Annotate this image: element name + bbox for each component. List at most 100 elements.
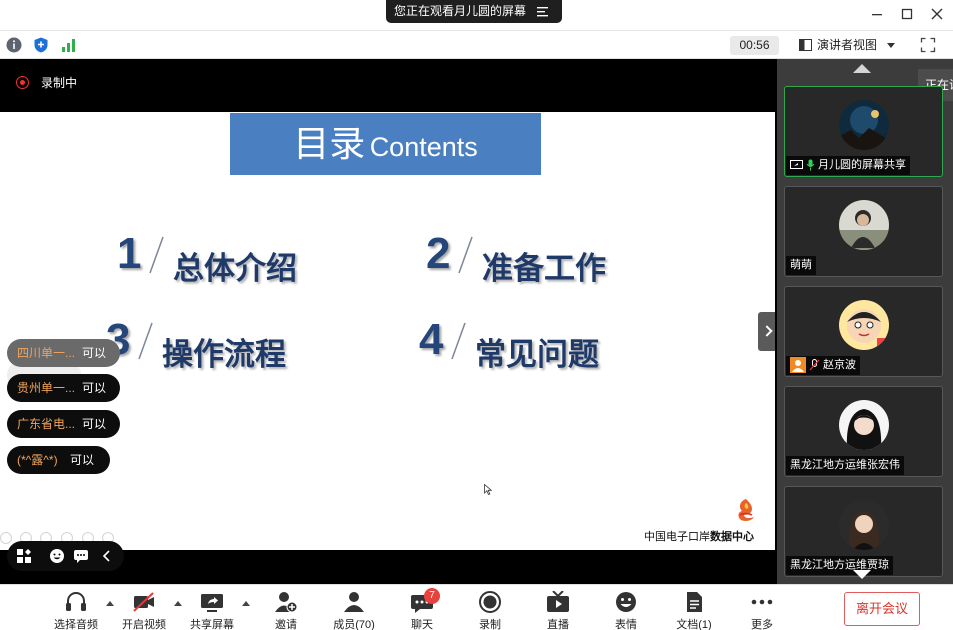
org-name-prefix: 中国电子口岸 (644, 531, 710, 543)
host-icon (790, 357, 806, 374)
chat-sender: 贵州单一... (17, 381, 76, 395)
meeting-timer: 00:56 (730, 36, 779, 55)
participant-name: 赵京波 (786, 356, 860, 375)
apps-grid-icon[interactable] (16, 548, 32, 564)
participant-name-text: 月儿圆的屏幕共享 (818, 159, 906, 171)
headset-icon (66, 592, 86, 611)
participant-tile[interactable]: 萌萌 (784, 186, 943, 277)
invite-button[interactable]: 邀请 (256, 585, 316, 630)
security-shield-icon[interactable] (32, 36, 50, 54)
video-off-icon (133, 592, 154, 612)
shared-screen: 录制中 目录 Contents 1 总体介绍 2 准备工作 3 操作流程 4 常… (0, 59, 777, 584)
maximize-icon[interactable] (899, 6, 915, 22)
slide-item-text: 总体介绍 (173, 251, 297, 286)
participant-panel: 正在说 月儿圆的屏幕共享 萌萌 赵京波 (777, 59, 953, 584)
chat-button[interactable]: 7 聊天 (392, 585, 452, 630)
scroll-down-icon[interactable] (853, 570, 871, 579)
chat-bubble[interactable]: 贵州单一... 可以 (7, 374, 120, 402)
banner-menu-icon[interactable] (537, 6, 548, 17)
chevron-down-icon (887, 43, 895, 48)
share-screen-button[interactable]: 共享屏幕 (182, 585, 242, 630)
emoji-icon[interactable] (49, 548, 65, 564)
mini-prev-icon[interactable] (0, 532, 12, 544)
members-button[interactable]: 成员(70) (324, 585, 384, 630)
participant-name: 黑龙江地方运维张宏伟 (786, 456, 904, 475)
record-dot-icon (16, 76, 29, 89)
participant-tile[interactable]: 黑龙江地方运维贾琼 (784, 486, 943, 577)
view-mode-label: 演讲者视图 (817, 38, 878, 52)
chat-bubble[interactable]: (*^露^*) 可以 (7, 446, 110, 474)
panel-toggle-button[interactable] (758, 312, 775, 351)
organization-logo (738, 499, 754, 521)
live-stream-icon (547, 591, 569, 612)
avatar (839, 200, 889, 250)
microphone-icon (806, 159, 815, 171)
smiley-icon (616, 592, 636, 612)
share-screen-icon (201, 594, 223, 612)
live-label: 直播 (547, 619, 569, 630)
chat-bubble[interactable]: 广东省电... 可以 (7, 410, 120, 438)
close-icon[interactable] (929, 6, 945, 22)
chat-message-icon[interactable] (73, 548, 89, 564)
slash-divider (451, 322, 466, 360)
screen-share-banner[interactable]: 您正在观看月儿圆的屏幕 (386, 0, 562, 23)
documents-button[interactable]: 文档(1) (664, 585, 724, 630)
avatar (839, 100, 889, 150)
video-options-caret[interactable] (174, 601, 182, 606)
audio-options-caret[interactable] (106, 601, 114, 606)
avatar (839, 500, 889, 550)
speaker-view-icon (799, 39, 812, 51)
recording-label: 录制中 (41, 76, 78, 90)
record-icon (479, 591, 501, 613)
chat-message: 可以 (70, 453, 95, 467)
fullscreen-icon[interactable] (920, 37, 936, 53)
slash-divider (149, 236, 164, 274)
view-mode-dropdown[interactable]: 演讲者视图 (795, 35, 903, 55)
slide-item-number: 2 (426, 229, 451, 278)
organization-name: 中国电子口岸数据中心 (644, 528, 754, 544)
video-label: 开启视频 (122, 619, 166, 630)
participant-tile[interactable]: 赵京波 (784, 286, 943, 377)
audio-button[interactable]: 选择音频 (46, 585, 106, 630)
slide-item-text: 常见问题 (475, 337, 599, 372)
title-bar: 您正在观看月儿圆的屏幕 (0, 0, 953, 30)
screen-share-icon (790, 159, 803, 169)
participant-name: 黑龙江地方运维贾琼 (786, 556, 893, 575)
participant-name: 月儿圆的屏幕共享 (786, 156, 910, 175)
audio-label: 选择音频 (54, 619, 98, 630)
slash-divider (458, 236, 473, 274)
chat-message: 可以 (82, 381, 107, 395)
share-options-caret[interactable] (242, 601, 250, 606)
network-signal-icon[interactable] (60, 36, 78, 54)
documents-label: 文档(1) (676, 619, 712, 630)
org-name-suffix: 数据中心 (710, 531, 754, 543)
chat-sender: (*^露^*) (17, 453, 58, 467)
share-label: 共享屏幕 (190, 619, 234, 630)
live-button[interactable]: 直播 (528, 585, 588, 630)
bottom-toolbar: 选择音频 开启视频 共享屏幕 邀请 成员(70) 7 聊天 录制 直播 表情 文… (0, 584, 953, 630)
info-icon[interactable] (5, 36, 23, 54)
chat-message: 可以 (82, 417, 107, 431)
reactions-label: 表情 (615, 619, 637, 630)
record-button[interactable]: 录制 (460, 585, 520, 630)
slide-title: 目录 Contents (230, 113, 541, 175)
document-icon (687, 592, 702, 612)
chat-message: 可以 (82, 346, 107, 360)
minimize-icon[interactable] (869, 6, 885, 22)
participant-tile[interactable]: 月儿圆的屏幕共享 (784, 86, 943, 177)
slide-title-en: Contents (369, 132, 478, 162)
members-icon (344, 592, 364, 612)
video-button[interactable]: 开启视频 (114, 585, 174, 630)
slide-item-number: 4 (419, 315, 444, 364)
chat-bubble[interactable]: 四川单一... 可以 (7, 339, 120, 367)
more-button[interactable]: 更多 (732, 585, 792, 630)
chat-sender: 四川单一... (17, 346, 76, 360)
participant-name-text: 赵京波 (823, 359, 856, 371)
participant-tile[interactable]: 黑龙江地方运维张宏伟 (784, 386, 943, 477)
reactions-button[interactable]: 表情 (596, 585, 656, 630)
leave-meeting-button[interactable]: 离开会议 (844, 592, 920, 626)
invite-user-icon (275, 592, 298, 613)
slash-divider (138, 322, 153, 360)
scroll-up-icon[interactable] (853, 64, 871, 73)
chevron-left-icon[interactable] (99, 548, 115, 564)
